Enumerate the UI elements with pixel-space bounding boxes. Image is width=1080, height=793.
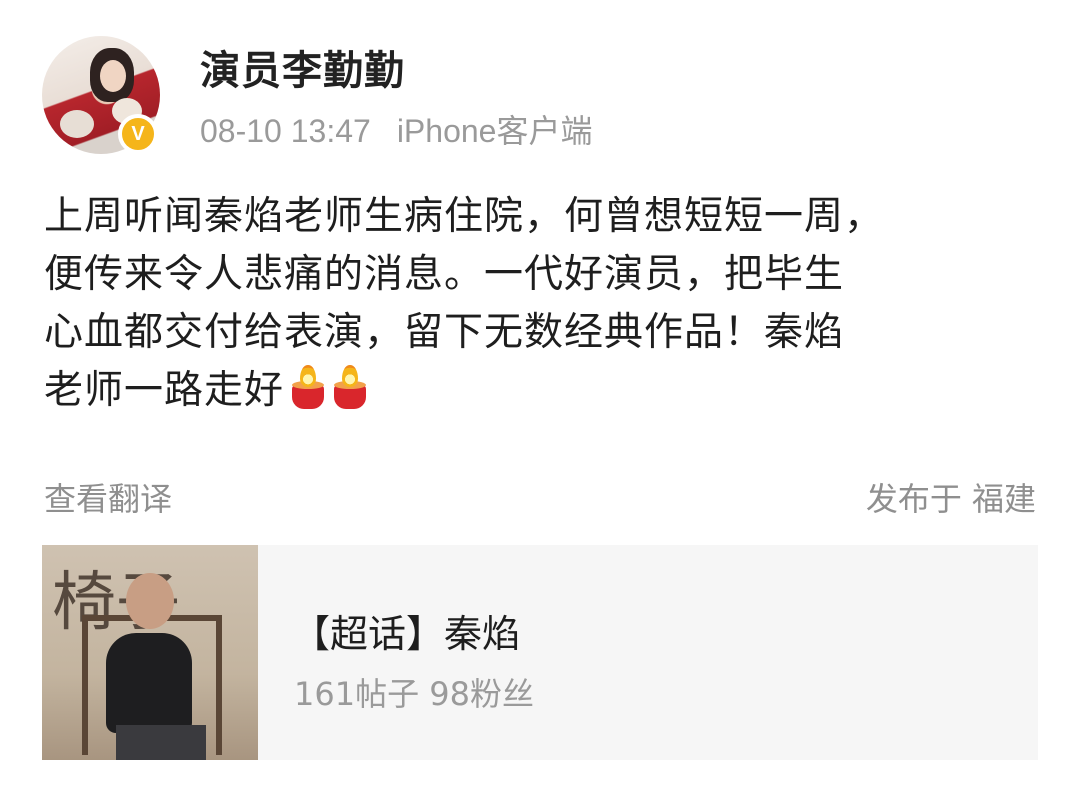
post-client: iPhone客户端	[396, 113, 593, 149]
avatar-dog	[60, 110, 94, 138]
post-content: 上周听闻秦焰老师生病住院，何曾想短短一周， 便传来令人悲痛的消息。一代好演员，把…	[44, 188, 1044, 420]
topic-card[interactable]: 椅子 【超话】秦焰 161帖子 98粉丝	[42, 545, 1038, 760]
content-line: 心血都交付给表演，留下无数经典作品！秦焰	[44, 310, 845, 355]
topic-title[interactable]: 【超话】秦焰	[292, 603, 520, 658]
topic-stats: 161帖子 98粉丝	[294, 675, 534, 713]
content-line-last: 老师一路走好	[44, 362, 1044, 420]
content-line: 老师一路走好	[44, 368, 285, 413]
author-name[interactable]: 演员李勤勤	[200, 38, 405, 96]
content-line: 便传来令人悲痛的消息。一代好演员，把毕生	[44, 252, 845, 297]
thumbnail-person-legs	[116, 725, 206, 760]
avatar-face	[100, 60, 126, 92]
post-time: 08-10 13:47	[200, 113, 371, 149]
content-line: 上周听闻秦焰老师生病住院，何曾想短短一周，	[44, 194, 885, 239]
post-location: 发布于 福建	[865, 480, 1036, 518]
thumbnail-person-head	[126, 573, 174, 629]
candle-icon	[290, 365, 326, 409]
topic-thumbnail: 椅子	[42, 545, 258, 760]
verified-badge-icon: V	[118, 114, 158, 154]
translate-link[interactable]: 查看翻译	[44, 474, 172, 520]
thumbnail-person-body	[106, 633, 192, 733]
candle-icon	[332, 365, 368, 409]
post-meta: 08-10 13:47 iPhone客户端	[200, 106, 592, 152]
